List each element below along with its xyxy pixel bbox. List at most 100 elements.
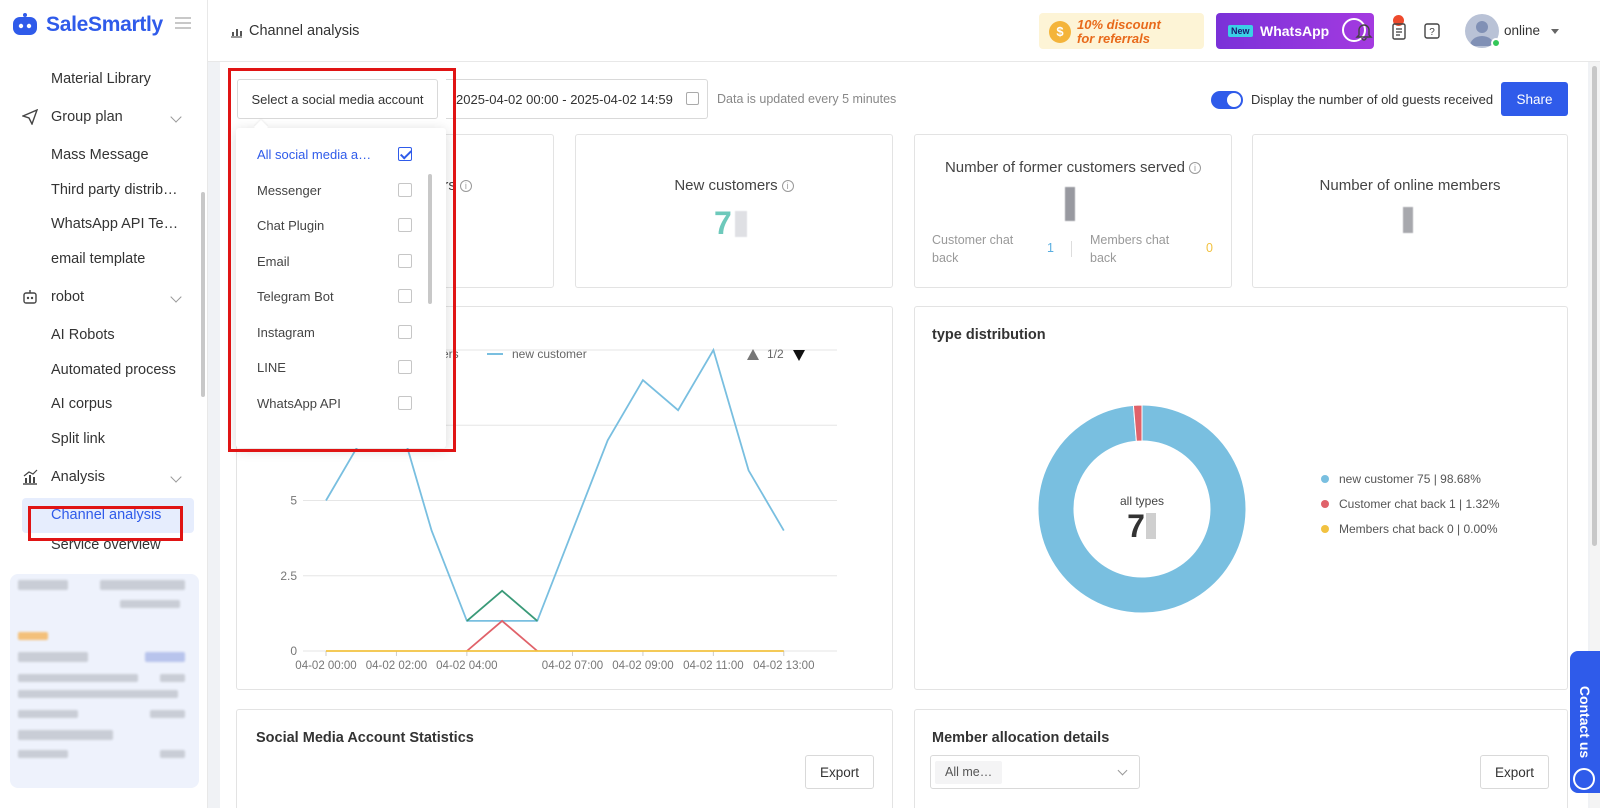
checkbox[interactable] bbox=[398, 253, 412, 268]
whatsapp-promo-banner[interactable]: New WhatsApp bbox=[1216, 13, 1374, 49]
member-allocation-title: Member allocation details bbox=[932, 730, 1110, 746]
info-icon[interactable]: i bbox=[459, 180, 472, 192]
legend-label[interactable]: Members chat back 0 | 0.00% bbox=[1339, 522, 1498, 536]
sidebar-item-service-overview[interactable]: Service overview bbox=[0, 533, 204, 555]
brand-logo[interactable]: SaleSmartly bbox=[10, 12, 163, 38]
chat-bubble-icon[interactable] bbox=[1573, 768, 1595, 790]
sidebar-group-group-plan[interactable]: Group plan bbox=[0, 96, 204, 138]
x-tick-label: 04-02 09:00 bbox=[612, 660, 673, 672]
checkbox[interactable] bbox=[398, 395, 412, 410]
export-button[interactable]: Export bbox=[805, 755, 874, 789]
legend-next-icon[interactable] bbox=[793, 350, 805, 361]
page-scrollbar-thumb[interactable] bbox=[1592, 66, 1597, 546]
dropdown-option[interactable]: All social media a… bbox=[236, 137, 446, 172]
stat-card-title: Number of former customers served i bbox=[915, 159, 1231, 176]
sidebar-item-whatsapp-api-template[interactable]: WhatsApp API Te… bbox=[0, 207, 204, 242]
dropdown-option-label: Email bbox=[257, 253, 290, 269]
members-chat-back-label: Members chat back bbox=[1090, 233, 1170, 265]
page-title: Channel analysis bbox=[230, 23, 359, 39]
social-account-select[interactable]: Select a social media account bbox=[237, 79, 438, 119]
member-select[interactable]: All me… bbox=[930, 755, 1140, 789]
stat-card-new-customers: New customers i 7 bbox=[575, 134, 893, 288]
checkbox[interactable] bbox=[398, 147, 412, 161]
y-tick-label: 5 bbox=[290, 494, 297, 508]
sidebar-scrollbar[interactable] bbox=[201, 192, 205, 397]
status-dropdown-label[interactable]: online bbox=[1504, 23, 1540, 38]
checkbox[interactable] bbox=[398, 218, 412, 232]
contact-us-label: Contact us bbox=[1577, 685, 1593, 759]
stat-card-title-text: Number of former customers served bbox=[944, 159, 1186, 176]
y-tick-label: 0 bbox=[290, 644, 297, 658]
checkbox[interactable] bbox=[398, 182, 412, 197]
x-tick-label: 04-02 04:00 bbox=[436, 660, 497, 672]
checkbox[interactable] bbox=[398, 324, 412, 339]
x-tick-label: 04-02 00:00 bbox=[295, 660, 356, 672]
share-button[interactable]: Share bbox=[1501, 82, 1568, 116]
redacted-digit bbox=[735, 211, 747, 237]
legend-label[interactable]: new customer 75 | 98.68% bbox=[1339, 472, 1481, 486]
sidebar: SaleSmartly Material Library Group plan … bbox=[0, 0, 208, 808]
legend-new-customer[interactable]: new customer bbox=[512, 347, 587, 361]
info-icon[interactable]: i bbox=[1189, 162, 1202, 174]
sidebar-item-ai-corpus[interactable]: AI corpus bbox=[0, 387, 204, 422]
dropdown-option-label: Messenger bbox=[257, 182, 322, 198]
social-media-stats-card: Social Media Account Statistics Export bbox=[236, 709, 893, 808]
sidebar-item-label: email template bbox=[51, 250, 146, 267]
date-range-picker[interactable]: 2025-04-02 00:00 - 2025-04-02 14:59 bbox=[446, 79, 708, 119]
customer-chat-back-value: 1 bbox=[1047, 241, 1054, 255]
dropdown-option[interactable]: LINE bbox=[236, 350, 446, 385]
clipboard-icon[interactable] bbox=[1389, 21, 1409, 41]
help-icon[interactable]: ? bbox=[1422, 21, 1442, 41]
sidebar-nav: Material Library Group plan Mass Message… bbox=[0, 62, 204, 555]
dropdown-option-label: LINE bbox=[257, 360, 286, 375]
dropdown-option-label: Telegram Bot bbox=[257, 289, 334, 304]
sidebar-item-label: robot bbox=[51, 289, 85, 305]
sidebar-item-split-link[interactable]: Split link bbox=[0, 422, 204, 457]
send-icon bbox=[22, 109, 38, 125]
sidebar-item-mass-message[interactable]: Mass Message bbox=[0, 138, 204, 173]
dropdown-option[interactable]: Telegram Bot bbox=[236, 279, 446, 314]
y-tick-label: 2.5 bbox=[280, 569, 297, 583]
old-guests-toggle[interactable] bbox=[1211, 91, 1243, 109]
sidebar-item-email-template[interactable]: email template bbox=[0, 242, 204, 277]
referral-promo-banner[interactable]: $ 10% discount for referrals bbox=[1039, 13, 1204, 49]
legend-label[interactable]: Customer chat back 1 | 1.32% bbox=[1339, 497, 1500, 511]
caret-down-icon[interactable] bbox=[1551, 29, 1559, 34]
sidebar-item-channel-analysis[interactable]: Channel analysis bbox=[22, 498, 194, 533]
update-note: Data is updated every 5 minutes bbox=[717, 92, 897, 106]
legend-dot bbox=[1321, 475, 1329, 483]
checkbox[interactable] bbox=[398, 289, 412, 303]
sidebar-item-material-library[interactable]: Material Library bbox=[0, 62, 204, 96]
top-header: Channel analysis $ 10% discount for refe… bbox=[208, 0, 1600, 62]
export-button[interactable]: Export bbox=[1480, 755, 1549, 789]
sidebar-item-third-party[interactable]: Third party distrib… bbox=[0, 173, 204, 208]
dropdown-option[interactable]: Messenger bbox=[236, 173, 446, 208]
page-title-text: Channel analysis bbox=[249, 23, 360, 39]
new-customers-value: 7 bbox=[714, 205, 732, 241]
bell-icon[interactable] bbox=[1354, 21, 1374, 41]
dropdown-option-label: Chat Plugin bbox=[257, 218, 325, 233]
calendar-icon[interactable] bbox=[686, 92, 699, 105]
referral-promo-text: 10% discount for referrals bbox=[1077, 18, 1161, 46]
checkbox[interactable] bbox=[398, 360, 412, 374]
svg-text:?: ? bbox=[1429, 27, 1435, 38]
dropdown-option[interactable]: WhatsApp API bbox=[236, 386, 446, 421]
sidebar-item-ai-robots[interactable]: AI Robots bbox=[0, 318, 204, 353]
sidebar-item-automated-process[interactable]: Automated process bbox=[0, 353, 204, 388]
analysis-icon bbox=[231, 28, 242, 38]
sidebar-group-analysis[interactable]: Analysis bbox=[0, 456, 204, 498]
dropdown-option[interactable]: Email bbox=[236, 244, 446, 279]
menu-toggle-icon[interactable] bbox=[175, 17, 191, 31]
dropdown-option[interactable]: Instagram bbox=[236, 315, 446, 350]
old-guests-toggle-label: Display the number of old guests receive… bbox=[1251, 92, 1494, 107]
series-line-2 bbox=[466, 619, 538, 652]
dropdown-option-label: All social media a… bbox=[257, 147, 372, 162]
sidebar-group-robot[interactable]: robot bbox=[0, 276, 204, 318]
sidebar-item-label: Mass Message bbox=[51, 147, 149, 164]
dropdown-option[interactable]: Chat Plugin bbox=[236, 208, 446, 243]
referral-promo-line: 10% discount bbox=[1077, 17, 1161, 32]
info-icon[interactable]: i bbox=[781, 180, 794, 192]
legend-prev-icon[interactable] bbox=[747, 349, 759, 360]
dropdown-scrollbar[interactable] bbox=[428, 174, 432, 304]
stat-card-former-customers: Number of former customers served i Custo… bbox=[914, 134, 1232, 288]
